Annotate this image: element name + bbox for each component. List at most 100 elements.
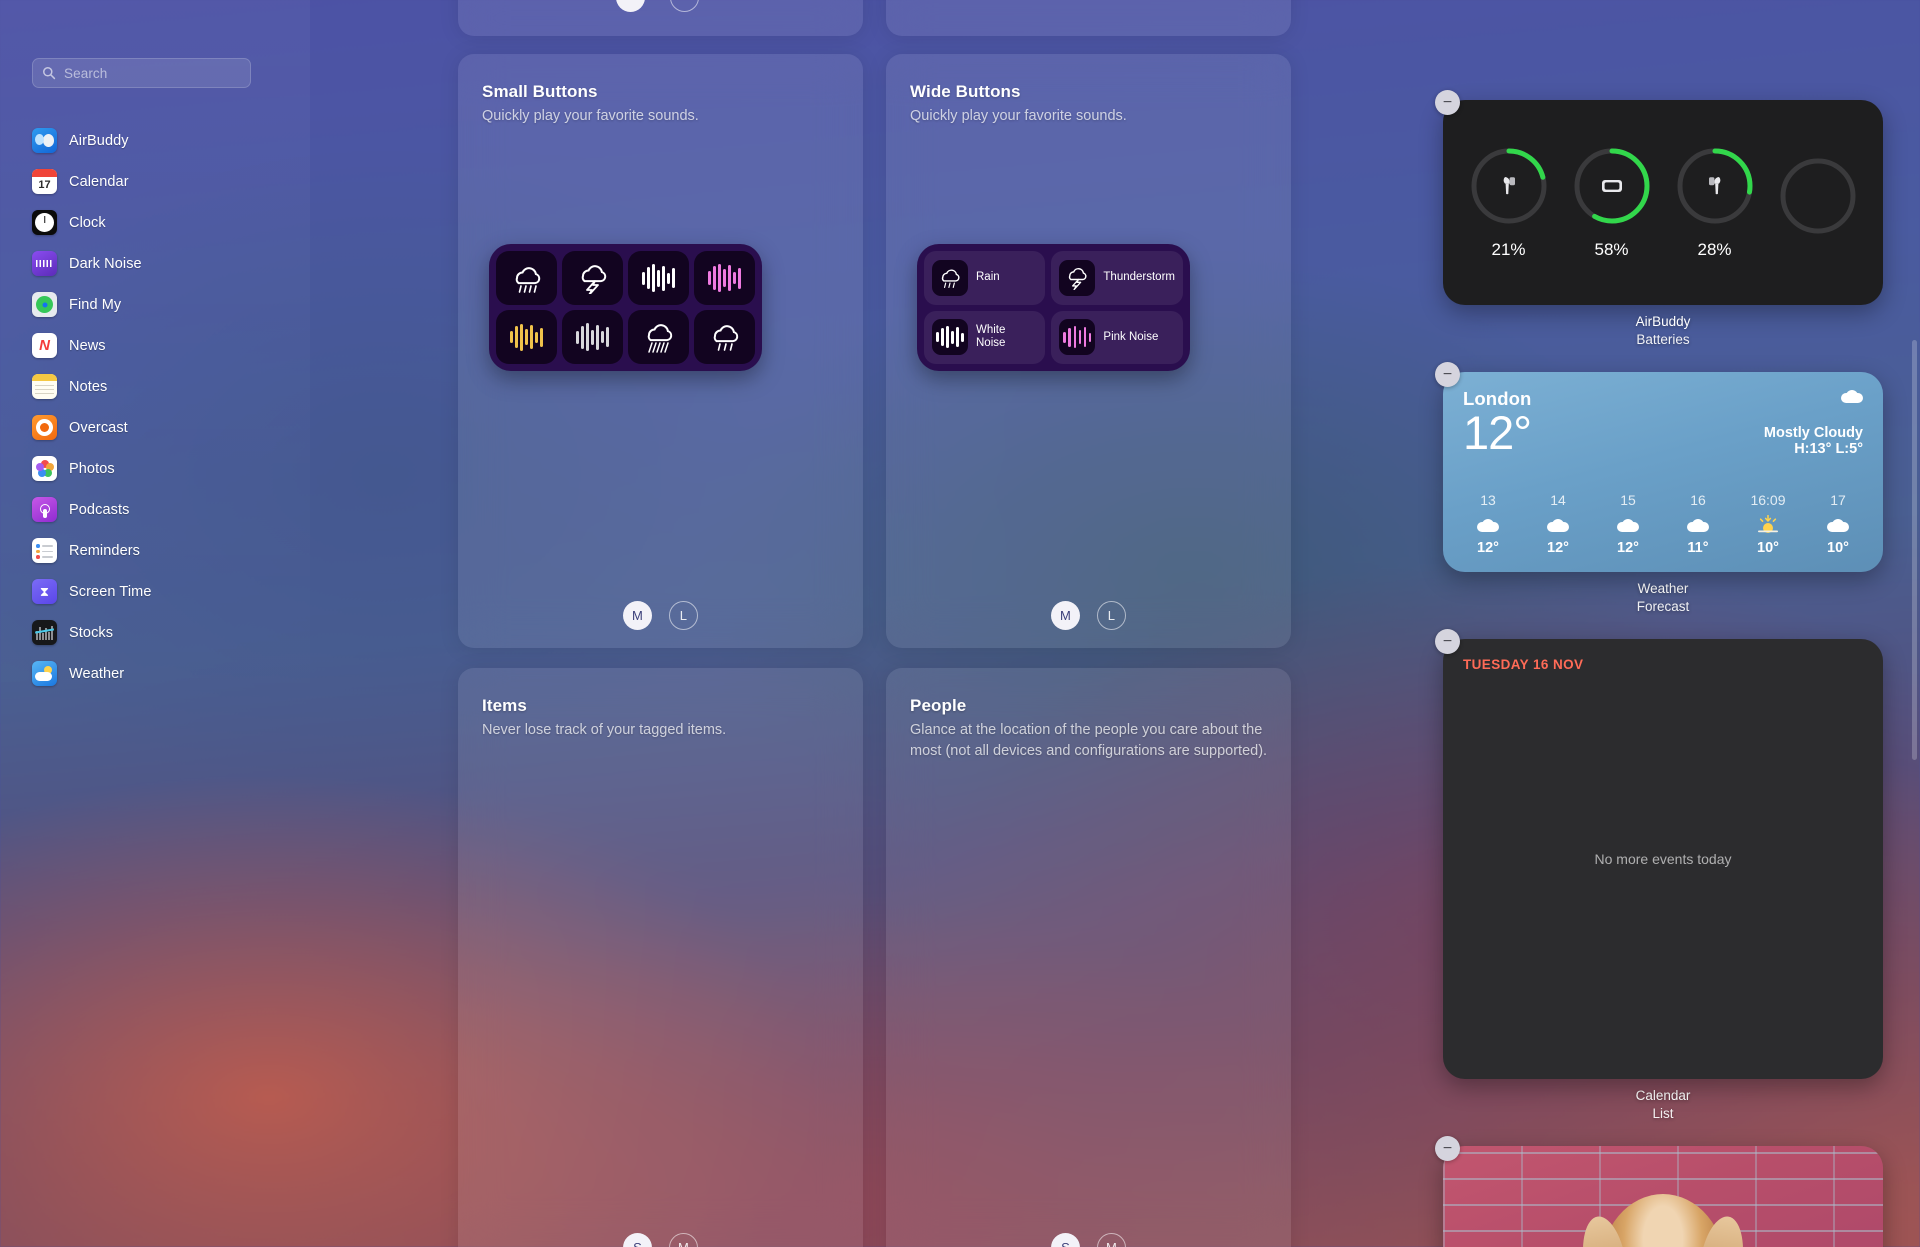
sidebar-item-stocks[interactable]: Stocks xyxy=(32,612,282,653)
widget-weather[interactable]: − London 12° Mostly Cloudy H:13° L:5° 13… xyxy=(1435,362,1883,616)
preview-tile-rain-2 xyxy=(694,310,755,364)
sidebar-item-podcasts[interactable]: Podcasts xyxy=(32,489,282,530)
overcast-app-icon xyxy=(32,415,57,440)
gallery-card-partial-right[interactable] xyxy=(886,0,1291,36)
sidebar-item-label: Find My xyxy=(69,296,122,313)
search-input[interactable]: Search xyxy=(32,58,251,88)
size-pip-m[interactable]: M xyxy=(1051,601,1080,630)
sidebar-item-airbuddy[interactable]: AirBuddy xyxy=(32,120,282,161)
podcasts-app-icon xyxy=(32,497,57,522)
notes-app-icon xyxy=(32,374,57,399)
forecast-temp: 10° xyxy=(1827,540,1849,556)
forecast-column: 17 10° xyxy=(1809,492,1867,556)
airbuddy-batteries-widget[interactable]: 21% 58% 28% xyxy=(1443,100,1883,305)
widget-photos[interactable]: − xyxy=(1435,1136,1883,1247)
wide-tile-white-noise: White Noise xyxy=(924,310,1046,364)
cloud-rain-icon xyxy=(932,259,968,296)
weather-summary: Mostly Cloudy H:13° L:5° xyxy=(1764,390,1863,457)
weather-condition: Mostly Cloudy xyxy=(1763,425,1863,441)
sidebar-item-notes[interactable]: Notes xyxy=(32,366,282,407)
sidebar-item-label: Reminders xyxy=(69,542,141,559)
sidebar-item-label: Stocks xyxy=(69,624,114,641)
calendar-icon-day: 17 xyxy=(38,179,51,191)
card-subtitle: Never lose track of your tagged items. xyxy=(482,722,727,738)
sidebar-item-reminders[interactable]: Reminders xyxy=(32,530,282,571)
widget-calendar[interactable]: − TUESDAY 16 NOV No more events today Ca… xyxy=(1435,629,1883,1123)
battery-percent: 21% xyxy=(1491,240,1526,259)
widget-app-name: Weather xyxy=(1637,581,1689,596)
size-selector: M L xyxy=(886,601,1291,630)
remove-widget-button[interactable]: − xyxy=(1435,629,1460,654)
sidebar-item-calendar[interactable]: 17 Calendar xyxy=(32,161,282,202)
gallery-card-partial-left[interactable] xyxy=(458,0,863,36)
calendar-list-widget[interactable]: TUESDAY 16 NOV No more events today xyxy=(1443,639,1883,1079)
size-pip-m[interactable]: M xyxy=(669,1233,698,1247)
photos-widget[interactable] xyxy=(1443,1146,1883,1247)
sidebar-item-label: Notes xyxy=(69,378,108,395)
forecast-temp: 12° xyxy=(1477,540,1499,556)
sidebar-item-find-my[interactable]: Find My xyxy=(32,284,282,325)
app-list: AirBuddy 17 Calendar Clock Dark Noise Fi… xyxy=(32,120,282,694)
gallery-card-small-buttons[interactable]: Small Buttons Quickly play your favorite… xyxy=(458,54,863,648)
gallery-card-wide-buttons[interactable]: Wide Buttons Quickly play your favorite … xyxy=(886,54,1291,648)
wide-tile-pink-noise: Pink Noise xyxy=(1051,310,1183,364)
preview-tile-thunderstorm xyxy=(562,251,623,305)
forecast-column: 16 11° xyxy=(1669,492,1727,556)
widget-kind: List xyxy=(1652,1106,1674,1121)
remove-widget-button[interactable]: − xyxy=(1435,362,1460,387)
sidebar-item-dark-noise[interactable]: Dark Noise xyxy=(32,243,282,284)
weather-forecast-widget[interactable]: London 12° Mostly Cloudy H:13° L:5° 13 1… xyxy=(1443,372,1883,572)
sidebar-item-label: Podcasts xyxy=(69,501,130,518)
sidebar-item-clock[interactable]: Clock xyxy=(32,202,282,243)
waveform-grey-icon xyxy=(575,323,610,351)
weather-forecast-row: 13 12° 14 12° 15 12° 16 11° 16:09 10° 17… xyxy=(1459,492,1867,556)
widget-caption-calendar: Calendar List xyxy=(1443,1087,1883,1123)
gallery-card-items[interactable]: Items Never lose track of your tagged it… xyxy=(458,668,863,1247)
sunset-icon xyxy=(1758,515,1778,533)
widget-app-name: Calendar xyxy=(1635,1088,1691,1103)
sidebar-item-weather[interactable]: Weather xyxy=(32,653,282,694)
forecast-temp: 12° xyxy=(1547,540,1569,556)
sidebar-item-label: Overcast xyxy=(69,419,128,436)
size-pip-s[interactable]: S xyxy=(1051,1233,1080,1247)
forecast-time: 16:09 xyxy=(1750,492,1786,508)
small-buttons-preview[interactable] xyxy=(489,244,762,371)
battery-gauge-airpod-left: 21% xyxy=(1464,145,1554,260)
card-title: People xyxy=(910,696,967,715)
remove-widget-button[interactable]: − xyxy=(1435,90,1460,115)
cloud-icon xyxy=(1841,390,1863,403)
battery-gauge-empty-slot xyxy=(1773,155,1863,250)
remove-widget-button[interactable]: − xyxy=(1435,1136,1460,1161)
size-pip-m[interactable]: M xyxy=(623,601,652,630)
cloud-icon xyxy=(1827,518,1849,532)
size-pip-l[interactable]: L xyxy=(669,601,698,630)
sidebar-item-screen-time[interactable]: ⧗ Screen Time xyxy=(32,571,282,612)
calendar-empty-state: No more events today xyxy=(1594,851,1732,867)
sidebar-item-photos[interactable]: Photos xyxy=(32,448,282,489)
wide-tile-label: White Noise xyxy=(976,323,1006,350)
size-pip-l[interactable]: L xyxy=(1097,601,1126,630)
forecast-column: 13 12° xyxy=(1459,492,1517,556)
waveform-amber-icon xyxy=(509,323,544,351)
widget-kind: Forecast xyxy=(1636,599,1690,614)
battery-percent: 28% xyxy=(1697,240,1732,259)
widget-caption-airbuddy: AirBuddy Batteries xyxy=(1443,313,1883,349)
news-app-icon: N xyxy=(32,333,57,358)
find-my-app-icon xyxy=(32,292,57,317)
gallery-card-people[interactable]: People Glance at the location of the peo… xyxy=(886,668,1291,1247)
wide-buttons-preview[interactable]: Rain Thunderstorm White Noise Pink Noise xyxy=(917,244,1190,371)
widget-airbuddy[interactable]: − 21% 58% 28% AirBuddy Batteries xyxy=(1435,90,1883,349)
cloud-icon xyxy=(1687,518,1709,532)
sidebar-item-news[interactable]: N News xyxy=(32,325,282,366)
dark-noise-app-icon xyxy=(32,251,57,276)
widget-caption-weather: Weather Forecast xyxy=(1443,580,1883,616)
sidebar-item-label: Dark Noise xyxy=(69,255,142,272)
waveform-white-icon xyxy=(641,264,676,292)
cloud-lightning-icon xyxy=(581,265,606,294)
sidebar-item-overcast[interactable]: Overcast xyxy=(32,407,282,448)
size-pip-m[interactable]: M xyxy=(1097,1233,1126,1247)
widget-column-scrollbar[interactable] xyxy=(1912,340,1917,760)
size-pip-s[interactable]: S xyxy=(623,1233,652,1247)
card-title: Wide Buttons xyxy=(910,82,1021,101)
forecast-time: 15 xyxy=(1620,492,1636,508)
